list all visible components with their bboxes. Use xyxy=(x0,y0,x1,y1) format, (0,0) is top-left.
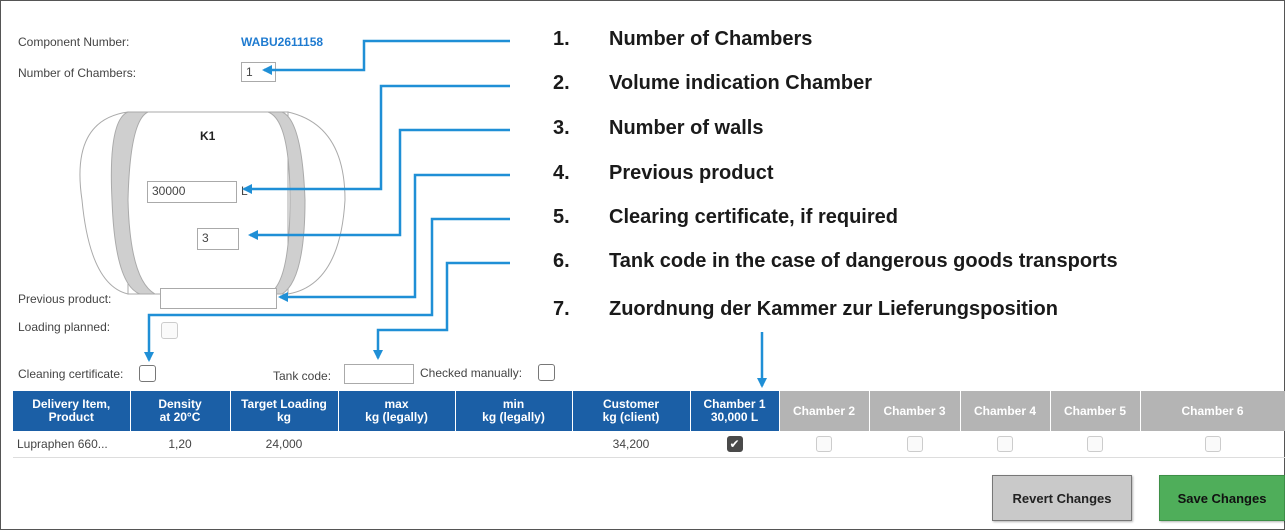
chamber-3-checkbox[interactable] xyxy=(906,435,923,452)
delivery-table: Delivery Item, Product Density at 20°C Tar… xyxy=(13,391,1285,458)
loading-planned-label: Loading planned: xyxy=(18,320,111,334)
cleaning-certificate-checkbox[interactable] xyxy=(139,365,156,382)
cell-chamber-2 xyxy=(779,431,869,458)
annotation-4: 4. Previous product xyxy=(553,162,774,184)
tank-label: K1 xyxy=(200,129,216,143)
chamber-2-checkbox[interactable] xyxy=(816,435,832,452)
col-target-loading[interactable]: Target Loading kg xyxy=(230,391,339,431)
save-changes-button[interactable]: Save Changes xyxy=(1159,475,1285,521)
table-row: Lupraphen 660... 1,20 24,000 34,200 ✔ xyxy=(13,431,1285,458)
tank-code-input[interactable] xyxy=(344,364,414,384)
volume-input[interactable]: 30000 xyxy=(147,181,237,203)
cell-chamber-5 xyxy=(1050,431,1140,458)
col-customer[interactable]: Customer kg (client) xyxy=(572,391,691,431)
col-min[interactable]: min kg (legally) xyxy=(455,391,573,431)
col-chamber-2: Chamber 2 xyxy=(779,391,870,431)
chamber-4-checkbox[interactable] xyxy=(997,435,1013,452)
annotation-5: 5. Clearing certificate, if required xyxy=(553,206,898,228)
chambers-input[interactable]: 1 xyxy=(241,62,276,82)
table-header-row: Delivery Item, Product Density at 20°C Tar… xyxy=(13,391,1285,431)
cell-chamber-6 xyxy=(1140,431,1285,458)
annotation-2: 2. Volume indication Chamber xyxy=(553,72,872,94)
cell-chamber-4 xyxy=(960,431,1050,458)
cell-customer: 34,200 xyxy=(572,431,690,458)
annotation-1: 1. Number of Chambers xyxy=(553,28,813,50)
col-chamber-3: Chamber 3 xyxy=(869,391,961,431)
col-chamber-4: Chamber 4 xyxy=(960,391,1051,431)
cell-product: Lupraphen 660... xyxy=(13,431,130,458)
col-density[interactable]: Density at 20°C xyxy=(130,391,231,431)
chamber-5-checkbox[interactable] xyxy=(1087,435,1103,452)
loading-planned-checkbox[interactable] xyxy=(161,322,178,339)
checked-manually-checkbox[interactable] xyxy=(538,364,555,381)
col-chamber-6: Chamber 6 xyxy=(1140,391,1285,431)
walls-input[interactable]: 3 xyxy=(197,228,239,250)
annotation-3: 3. Number of walls xyxy=(553,117,764,139)
chamber-6-checkbox[interactable] xyxy=(1204,435,1221,452)
cell-chamber-3 xyxy=(869,431,960,458)
col-max[interactable]: max kg (legally) xyxy=(338,391,456,431)
volume-unit: L xyxy=(241,184,248,198)
cell-chamber-1: ✔ xyxy=(690,431,779,458)
annotation-7: 7. Zuordnung der Kammer zur Lieferungspos… xyxy=(553,298,1058,320)
col-chamber-5: Chamber 5 xyxy=(1050,391,1141,431)
previous-product-input[interactable] xyxy=(160,288,277,309)
annotation-6: 6. Tank code in the case of dangerous goo… xyxy=(553,250,1118,272)
tank-code-label: Tank code: xyxy=(273,369,332,383)
chambers-label: Number of Chambers: xyxy=(18,66,137,80)
cleaning-certificate-label: Cleaning certificate: xyxy=(18,367,124,381)
component-number-label: Component Number: xyxy=(18,35,130,49)
col-delivery-item[interactable]: Delivery Item, Product xyxy=(13,391,131,431)
chamber-1-checkbox[interactable]: ✔ xyxy=(726,435,743,452)
previous-product-label: Previous product: xyxy=(18,292,112,306)
checked-manually-label: Checked manually: xyxy=(420,366,523,380)
cell-density: 1,20 xyxy=(130,431,230,458)
revert-changes-button[interactable]: Revert Changes xyxy=(992,475,1132,521)
component-number-value[interactable]: WABU2611158 xyxy=(241,35,323,49)
col-chamber-1[interactable]: Chamber 1 30,000 L xyxy=(690,391,780,431)
cell-target: 24,000 xyxy=(230,431,338,458)
cell-min xyxy=(455,431,572,458)
cell-max xyxy=(338,431,455,458)
